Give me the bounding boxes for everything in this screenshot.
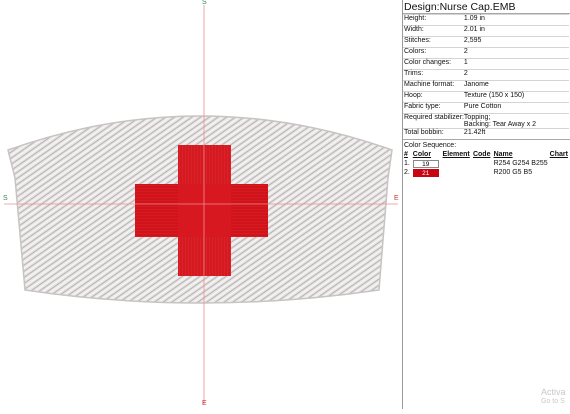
- property-row: Height: 1.09 in: [403, 14, 569, 26]
- property-value: 1.09 in: [463, 14, 569, 26]
- color-sequence-row[interactable]: 2. 21 R200 G5 B5: [403, 168, 569, 177]
- stabilizer-backing: Backing: Tear Away x 2: [463, 121, 537, 128]
- property-row: Fabric type: Pure Cotton: [403, 102, 569, 114]
- header-name: Name: [493, 151, 513, 158]
- property-value: Janome: [463, 80, 569, 92]
- row-name: R254 G254 B255: [493, 160, 548, 167]
- property-value: Pure Cotton: [463, 102, 569, 114]
- property-value: 21.42ft: [463, 128, 569, 139]
- header-element: Element: [442, 151, 470, 158]
- header-num: #: [404, 151, 408, 158]
- row-num: 1.: [404, 160, 410, 167]
- header-color: Color: [412, 151, 432, 158]
- property-row: Colors: 2: [403, 47, 569, 59]
- design-title: Design:Nurse Cap.EMB: [404, 1, 516, 13]
- property-row: Required stabilizer: Topping; Backing: Tea…: [403, 113, 569, 129]
- property-row: Width: 2.01 in: [403, 25, 569, 37]
- color-sequence-title: Color Sequence:: [404, 142, 457, 149]
- watermark-line1: Activa: [541, 387, 566, 397]
- row-element: [442, 159, 472, 168]
- property-value: 1: [463, 58, 569, 70]
- axis-label-top: S: [202, 0, 207, 6]
- properties-table: Height: 1.09 in Width: 2.01 in Stitches: 2,…: [403, 14, 569, 139]
- property-label: Fabric type:: [403, 102, 464, 114]
- property-row: Trims: 2: [403, 69, 569, 81]
- row-element: [442, 168, 472, 177]
- property-value: Texture (150 x 150): [463, 91, 569, 103]
- property-value: 2: [463, 47, 569, 59]
- design-info-panel: Design:Nurse Cap.EMB Height: 1.09 in Widt…: [403, 0, 570, 409]
- property-label: Colors:: [403, 47, 464, 59]
- property-row: Hoop: Texture (150 x 150): [403, 91, 569, 103]
- stabilizer-topping: Topping;: [463, 114, 491, 121]
- property-label: Width:: [403, 25, 464, 37]
- axis-label-right: E: [394, 195, 399, 202]
- row-name: R200 G5 B5: [493, 169, 533, 176]
- property-row: Total bobbin: 21.42ft: [403, 128, 569, 139]
- property-value: 2,595: [463, 36, 569, 48]
- property-row: Color changes: 1: [403, 58, 569, 70]
- embroidery-preview: [4, 5, 398, 404]
- property-row: Stitches: 2,595: [403, 36, 569, 48]
- row-code: [472, 159, 493, 168]
- design-canvas[interactable]: S E S E: [0, 0, 402, 409]
- property-value: Topping; Backing: Tear Away x 2: [463, 113, 569, 129]
- header-chart: Chart: [549, 151, 568, 158]
- property-row: Machine format: Janome: [403, 80, 569, 92]
- axis-label-left: S: [3, 195, 8, 202]
- color-sequence-header: # Color Element Code Name Chart: [403, 150, 569, 159]
- color-sequence-row[interactable]: 1. 19 R254 G254 B255: [403, 159, 569, 168]
- row-num: 2.: [404, 169, 410, 176]
- activation-watermark: Activa Go to S: [541, 387, 566, 407]
- property-label: Height:: [403, 14, 464, 26]
- row-chart: [549, 168, 569, 177]
- color-swatch[interactable]: 21: [412, 168, 439, 177]
- watermark-line2: Go to S: [541, 398, 565, 405]
- property-value: 2: [463, 69, 569, 81]
- header-code: Code: [472, 151, 491, 158]
- row-chart: [549, 159, 569, 168]
- axis-label-bottom: E: [202, 400, 207, 407]
- property-label: Machine format:: [403, 80, 464, 92]
- property-value: 2.01 in: [463, 25, 569, 37]
- property-label: Color changes:: [403, 58, 464, 70]
- row-code: [472, 168, 493, 177]
- property-label: Total bobbin:: [403, 128, 464, 139]
- property-label: Hoop:: [403, 91, 464, 103]
- color-swatch[interactable]: 19: [412, 159, 439, 168]
- color-sequence-table: # Color Element Code Name Chart 1. 19 R2…: [403, 150, 569, 177]
- property-label: Required stabilizer:: [403, 113, 464, 129]
- property-label: Trims:: [403, 69, 464, 81]
- property-label: Stitches:: [403, 36, 464, 48]
